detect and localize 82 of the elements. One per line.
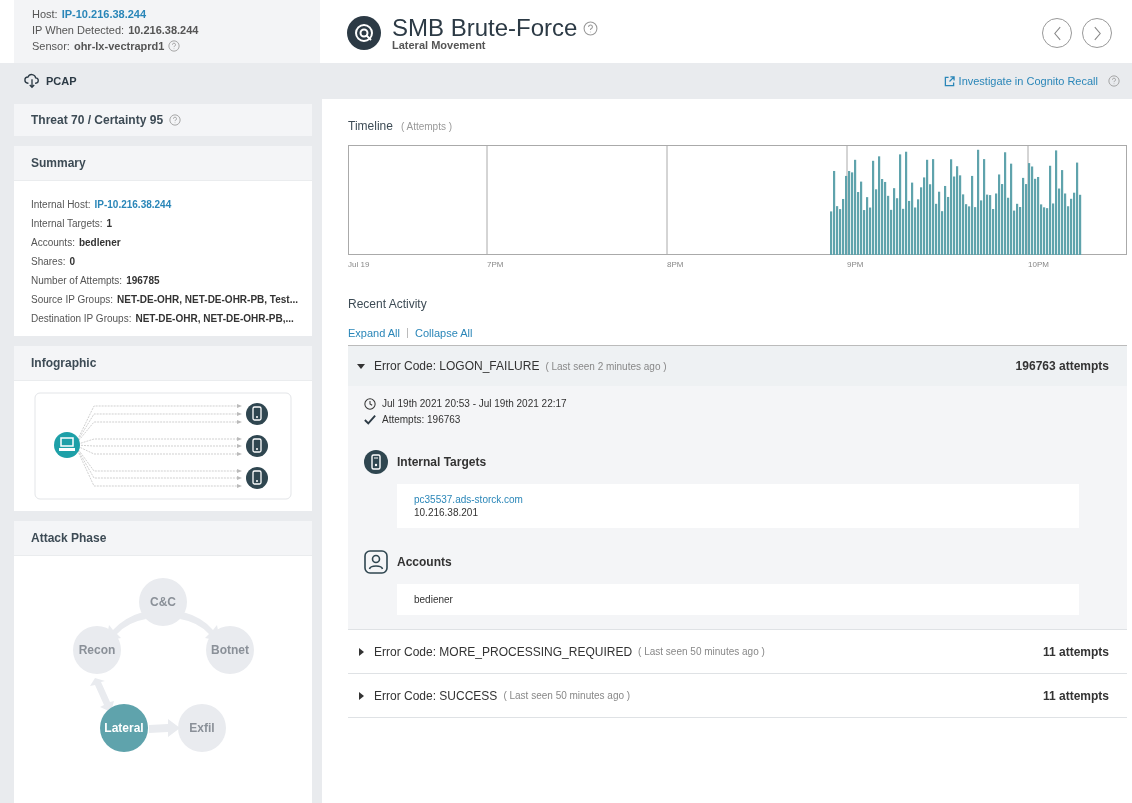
axis-label: 8PM xyxy=(667,260,684,269)
chevron-left-icon xyxy=(1052,25,1062,41)
caret-icon xyxy=(357,691,365,700)
field-value: 1 xyxy=(106,218,113,229)
phase-node: C&C xyxy=(139,578,187,626)
external-link-icon xyxy=(943,75,955,87)
attempt-count: 11 attempts xyxy=(1042,688,1109,703)
axis-label: 7PM xyxy=(487,260,504,269)
ip-value: 10.216.38.244 xyxy=(128,23,199,38)
caret-icon xyxy=(357,647,365,656)
account-name: bediener xyxy=(414,594,454,605)
user-icon xyxy=(364,550,388,574)
field-value: NET-DE-OHR, NET-DE-OHR-PB,... xyxy=(135,313,294,324)
axis-label: Jul 19 xyxy=(348,260,370,269)
active-phase-node: Lateral xyxy=(100,704,148,752)
field-value: 0 xyxy=(69,256,76,267)
server-icon xyxy=(364,450,388,474)
field-label: Shares: xyxy=(31,256,66,267)
host-link[interactable]: IP-10.216.38.244 xyxy=(61,6,147,22)
attempt-count: 196763 attempts xyxy=(1015,359,1109,373)
score-text: Threat 70 / Certainty 95 xyxy=(31,113,164,127)
timeline-unit: ( Attempts ) xyxy=(400,121,453,132)
collapse-all-link[interactable]: Collapse All xyxy=(415,327,473,339)
chevron-right-icon xyxy=(1092,25,1102,41)
field-label: Accounts: xyxy=(31,237,75,248)
infographic-title: Infographic xyxy=(31,356,97,370)
axis-label: 9PM xyxy=(847,260,864,269)
last-seen: ( Last seen 50 minutes ago ) xyxy=(638,646,765,657)
attack-phase-title: Attack Phase xyxy=(31,531,107,545)
time-range: Jul 19th 2021 20:53 - Jul 19th 2021 22:17 xyxy=(382,397,567,411)
next-button[interactable] xyxy=(1082,18,1112,48)
help-icon[interactable] xyxy=(583,20,599,36)
pcap-button[interactable]: PCAP xyxy=(24,73,77,89)
summary-title: Summary xyxy=(31,156,86,170)
investigate-link[interactable]: Investigate in Cognito Recall xyxy=(943,75,1098,87)
cycle-arrow xyxy=(149,719,180,737)
help-icon[interactable] xyxy=(168,40,181,52)
phase-node: Exfil xyxy=(178,704,226,752)
help-icon[interactable] xyxy=(1108,75,1120,87)
phase-node: Recon xyxy=(73,626,121,674)
error-code: Error Code: LOGON_FAILURE xyxy=(374,359,540,373)
field-value: bedlener xyxy=(78,237,121,248)
accounts-title: Accounts xyxy=(397,555,452,569)
internal-targets-title: Internal Targets xyxy=(397,455,487,469)
field-label: Number of Attempts: xyxy=(31,275,123,286)
previous-button[interactable] xyxy=(1042,18,1072,48)
target-ip: 10.216.38.201 xyxy=(414,507,479,518)
field-label: Source IP Groups: xyxy=(31,294,114,305)
attempt-count: 11 attempts xyxy=(1042,644,1109,659)
error-group-header[interactable]: Error Code: LOGON_FAILURE ( Last seen 2 minutes ago ) 196763 attempts xyxy=(348,346,1127,386)
caret-icon xyxy=(357,362,365,370)
ip-label: IP When Detected: xyxy=(32,23,125,38)
field-label: Internal Host: xyxy=(31,199,91,210)
error-code: Error Code: MORE_PROCESSING_REQUIRED xyxy=(374,644,633,659)
sensor-value: ohr-lx-vectraprd1 xyxy=(73,39,165,54)
detection-title: SMB Brute-Force xyxy=(392,14,578,41)
detection-icon xyxy=(347,16,381,50)
attempts-text: Attempts: 196763 xyxy=(382,413,461,427)
target-host-link[interactable]: pc35537.ads-storck.com xyxy=(414,494,1062,505)
field-label: Destination IP Groups: xyxy=(31,313,132,324)
field-label: Internal Targets: xyxy=(31,218,103,229)
detection-subtitle: Lateral Movement xyxy=(392,39,487,51)
timeline-title: Timeline xyxy=(348,119,393,133)
sensor-label: Sensor: xyxy=(32,39,70,54)
expand-all-link[interactable]: Expand All xyxy=(348,327,400,339)
last-seen: ( Last seen 2 minutes ago ) xyxy=(545,360,667,372)
field-value: 196785 xyxy=(126,275,160,286)
error-group-header[interactable]: Error Code: MORE_PROCESSING_REQUIRED ( Last seen 50 minutes ago ) 11 attempts xyxy=(348,630,1127,673)
cycle-arrow xyxy=(90,678,114,712)
axis-label: 10PM xyxy=(1028,260,1049,269)
field-link[interactable]: IP-10.216.38.244 xyxy=(94,199,172,210)
field-value: NET-DE-OHR, NET-DE-OHR-PB, Test... xyxy=(117,294,299,305)
recent-activity-title: Recent Activity xyxy=(348,297,427,311)
error-group-header[interactable]: Error Code: SUCCESS ( Last seen 50 minutes ago ) 11 attempts xyxy=(348,674,1127,717)
host-label: Host: xyxy=(32,7,58,22)
check-icon xyxy=(364,414,376,426)
clock-icon xyxy=(364,398,376,410)
cloud-download-icon xyxy=(24,73,40,89)
error-code: Error Code: SUCCESS xyxy=(374,688,498,703)
last-seen: ( Last seen 50 minutes ago ) xyxy=(503,690,631,701)
phase-node: Botnet xyxy=(206,626,254,674)
help-icon[interactable] xyxy=(169,114,182,126)
